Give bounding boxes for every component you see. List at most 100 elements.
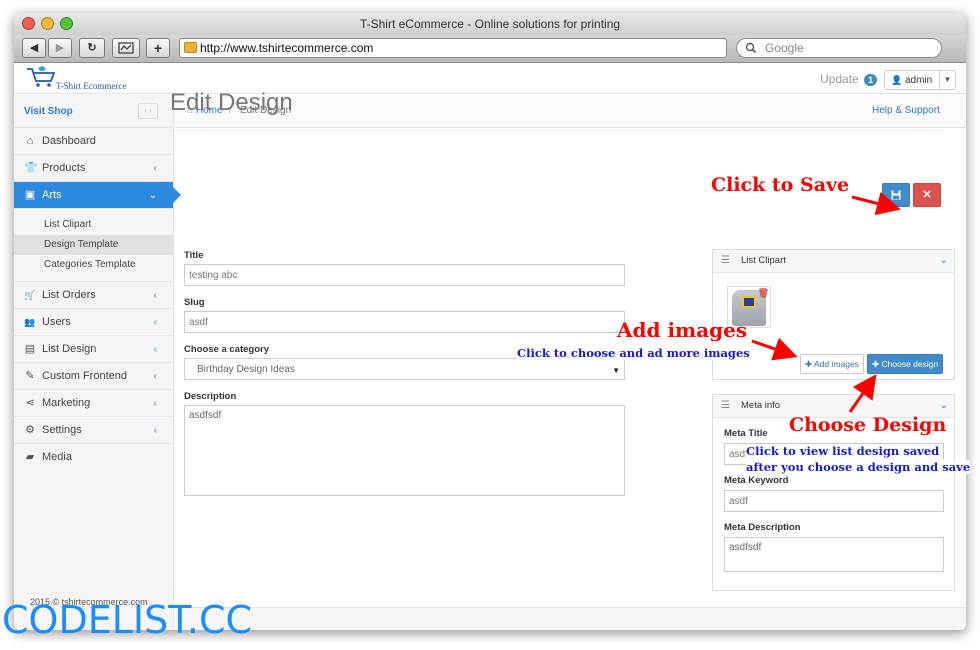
cart-icon: 🛒 <box>24 290 36 300</box>
sidebar-item-users[interactable]: 👥 Users ‹ <box>14 309 173 336</box>
annotation-choose-design: Choose Design <box>789 414 947 436</box>
bookmarks-button[interactable] <box>112 38 140 58</box>
watermark: CODELIST.CC <box>2 598 253 642</box>
sidebar-item-marketing[interactable]: ⋖ Marketing ‹ <box>14 390 173 417</box>
subnav-list-clipart[interactable]: List Clipart <box>14 215 173 235</box>
update-link[interactable]: Update 1 <box>820 72 878 86</box>
sidebar-item-arts[interactable]: ▣ Arts ⌄ <box>14 182 181 209</box>
list-icon: ▤ <box>24 343 36 355</box>
slug-input[interactable]: asdf <box>184 311 625 333</box>
clipart-panel-title: List Clipart <box>741 255 786 266</box>
tshirt-icon: 👕 <box>24 162 38 174</box>
close-window-button[interactable] <box>22 17 35 30</box>
close-icon: ✕ <box>922 189 932 201</box>
help-support-link[interactable]: Help & Support <box>872 95 940 127</box>
list-icon: ☰ <box>721 400 730 411</box>
sidebar-item-custom-frontend[interactable]: ✎ Custom Frontend ‹ <box>14 363 173 390</box>
forward-icon: ▶ <box>55 42 65 54</box>
subnav-categories-template[interactable]: Categories Template <box>14 255 173 275</box>
chevron-down-icon[interactable]: ⌄ <box>940 250 948 272</box>
user-menu-button[interactable]: 👤 admin ▼ <box>884 70 956 90</box>
back-button[interactable]: ◀ <box>22 38 46 58</box>
choose-design-button[interactable]: ✚ Choose design <box>867 354 944 374</box>
sidebar-item-list-orders[interactable]: 🛒 List Orders ‹ <box>14 282 173 309</box>
chevron-left-icon: ‹ <box>153 371 157 382</box>
sidebar-toggle-icon[interactable]: ‹ › <box>138 103 158 119</box>
chevron-left-icon: ‹ <box>153 317 157 328</box>
chevron-left-icon: ‹ <box>153 163 157 174</box>
chevron-down-icon: ⌄ <box>148 190 157 201</box>
sidebar-item-label: Arts <box>42 189 62 201</box>
sidebar-header: Visit Shop ‹ › <box>14 95 173 128</box>
meta-title-label: Meta Title <box>724 428 768 439</box>
add-images-label: Add images <box>814 359 859 369</box>
category-select[interactable]: Birthday Design Ideas ▼ <box>184 358 625 380</box>
brush-icon: ✎ <box>25 370 35 382</box>
breadcrumb: ⌂ Home / Edit Design Help & Support <box>175 95 966 128</box>
users-icon: 👥 <box>24 317 36 327</box>
plus-icon: + <box>153 40 163 56</box>
top-navbar: T-Shirt Ecommerce Update 1 👤 admin ▼ <box>14 64 966 94</box>
bookmarks-icon <box>118 42 134 54</box>
sidebar-item-settings[interactable]: ⚙ Settings ‹ <box>14 417 173 444</box>
category-label: Choose a category <box>184 344 269 355</box>
cancel-button[interactable]: ✕ <box>913 183 941 207</box>
chevron-left-icon: ‹ <box>153 344 157 355</box>
description-textarea[interactable]: asdfsdf <box>184 405 625 496</box>
reload-button[interactable]: ↻ <box>79 38 105 58</box>
new-tab-button[interactable]: + <box>146 38 170 58</box>
plus-icon: ✚ <box>805 359 813 369</box>
annotation-choose-design-hint-1: Click to view list design saved <box>746 444 940 458</box>
sidebar-item-media[interactable]: ▰ Media <box>14 444 173 471</box>
sidebar-item-label: Media <box>42 451 72 463</box>
back-icon: ◀ <box>29 42 39 54</box>
user-label: admin <box>905 75 933 86</box>
annotation-click-to-save: Click to Save <box>711 174 850 196</box>
annotation-choose-design-hint-2: after you choose a design and save <box>746 460 971 474</box>
title-divider <box>170 130 942 131</box>
chevron-down-icon[interactable]: ▼ <box>939 71 955 89</box>
sidebar-item-label: Users <box>42 316 71 328</box>
share-icon: ⋖ <box>25 397 35 409</box>
save-button[interactable] <box>882 183 910 207</box>
sidebar-item-label: Custom Frontend <box>42 370 127 382</box>
category-selected: Birthday Design Ideas <box>197 364 295 375</box>
chevron-left-icon: ‹ <box>153 425 157 436</box>
slug-label: Slug <box>184 297 205 308</box>
title-input[interactable]: testing abc <box>184 264 625 286</box>
gear-icon: ⚙ <box>25 424 35 436</box>
clipart-panel-header: ☰ List Clipart ⌄ <box>713 250 954 273</box>
sidebar-item-dashboard[interactable]: ⌂ Dashboard <box>14 128 173 155</box>
address-bar[interactable]: http://www.tshirtecommerce.com <box>179 38 727 58</box>
update-label: Update <box>820 72 859 86</box>
logo[interactable]: T-Shirt Ecommerce <box>24 66 134 92</box>
logo-text: T-Shirt Ecommerce <box>56 81 127 91</box>
meta-description-label: Meta Description <box>724 522 801 533</box>
meta-keyword-label: Meta Keyword <box>724 475 789 486</box>
select-arrow-icon: ▼ <box>612 366 620 375</box>
choose-design-label: Choose design <box>881 359 939 369</box>
browser-toolbar: ◀ ▶ ↻ + http://www.tshirtecommerce.com G… <box>14 35 966 63</box>
meta-description-textarea[interactable]: asdfsdf <box>724 537 944 572</box>
forward-button[interactable]: ▶ <box>48 38 72 58</box>
zoom-window-button[interactable] <box>60 17 73 30</box>
url-text: http://www.tshirtecommerce.com <box>200 41 374 55</box>
delete-icon[interactable]: 🗑 <box>758 288 769 299</box>
search-input[interactable]: Google <box>736 38 942 58</box>
plus-icon: ✚ <box>872 359 880 369</box>
minimize-window-button[interactable] <box>41 17 54 30</box>
traffic-lights <box>22 17 73 30</box>
annotation-add-images-hint: Click to choose and ad more images <box>517 346 750 360</box>
description-label: Description <box>184 391 237 402</box>
sidebar-item-label: List Design <box>42 343 97 355</box>
meta-keyword-input[interactable]: asdf <box>724 490 944 512</box>
image-icon: ▣ <box>24 189 36 201</box>
sidebar-item-list-design[interactable]: ▤ List Design ‹ <box>14 336 173 363</box>
add-images-button[interactable]: ✚ Add images <box>800 354 864 374</box>
window-title: T-Shirt eCommerce - Online solutions for… <box>359 17 621 31</box>
list-icon: ☰ <box>721 255 730 266</box>
visit-shop-link[interactable]: Visit Shop <box>24 106 73 117</box>
window-titlebar: T-Shirt eCommerce - Online solutions for… <box>14 13 966 35</box>
subnav-design-template[interactable]: Design Template <box>14 235 173 255</box>
sidebar-item-products[interactable]: 👕 Products ‹ <box>14 155 173 182</box>
